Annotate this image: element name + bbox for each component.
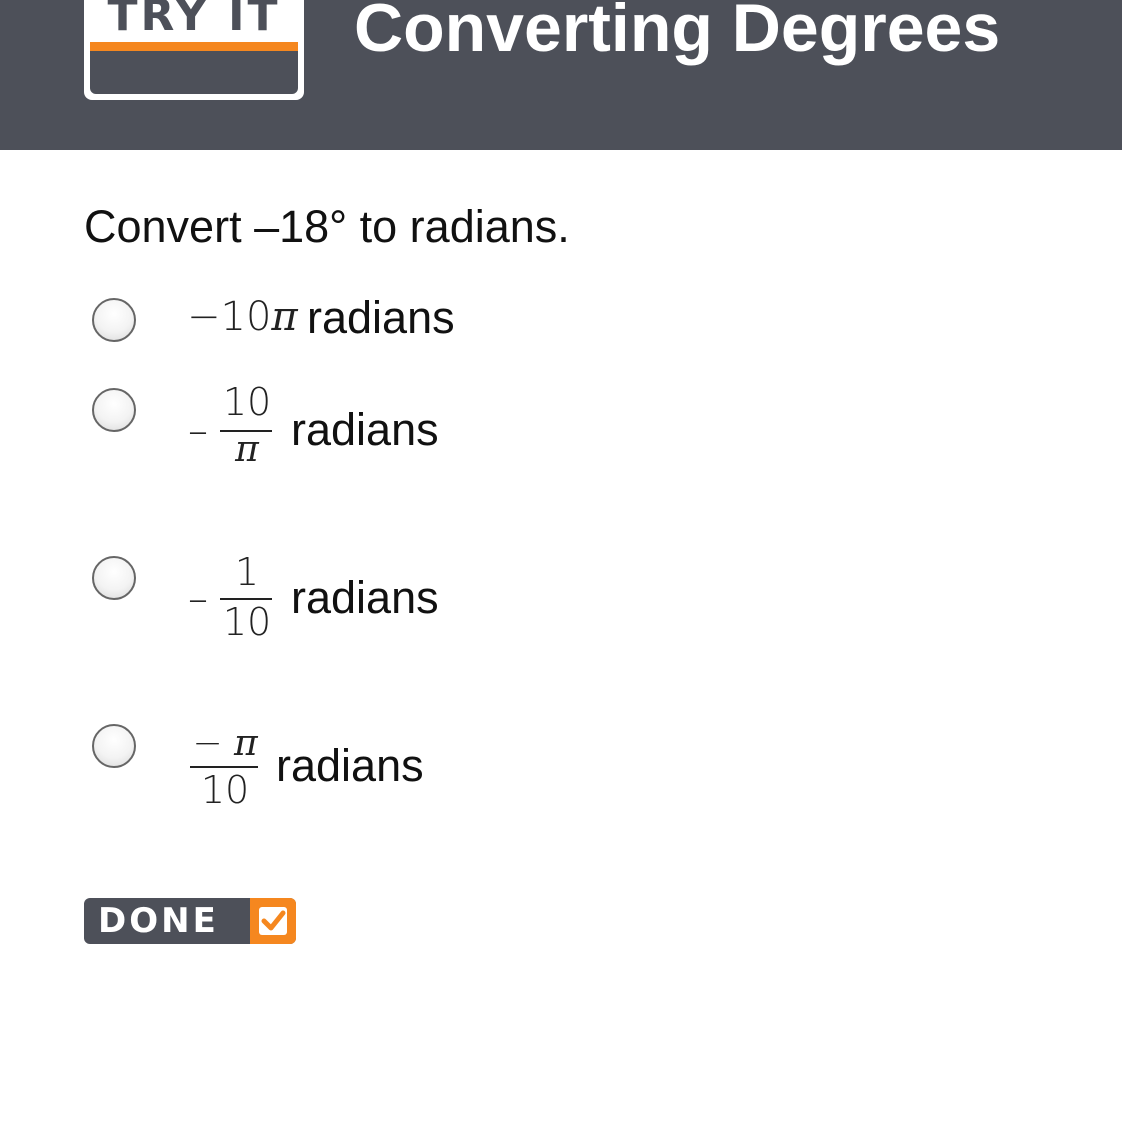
answer-option-2[interactable]: – 10 π radians (0, 380, 1122, 480)
fraction-denominator: π (235, 429, 259, 470)
radio-button[interactable] (92, 724, 136, 768)
option-4-unit: radians (276, 740, 424, 791)
fraction-denominator: 10 (222, 600, 272, 644)
fraction-numerator: − π (190, 722, 260, 766)
try-it-label: TRY IT (107, 0, 281, 41)
coefficient: 10 (220, 294, 272, 340)
answer-option-4[interactable]: − π 10 radians (0, 716, 1122, 816)
badge-accent-stripe (90, 42, 298, 51)
radio-button[interactable] (92, 298, 136, 342)
minus-sign: – (188, 576, 208, 622)
try-it-badge: TRY IT (84, 0, 304, 100)
pi-symbol: π (233, 723, 258, 764)
radio-button[interactable] (92, 388, 136, 432)
done-button[interactable]: DONE (84, 898, 296, 944)
answer-option-1[interactable]: −10π radians (0, 282, 1122, 362)
minus-sign: − (192, 723, 223, 764)
option-2-unit: radians (291, 404, 439, 455)
fraction-numerator: 1 (234, 550, 260, 594)
minus-sign: – (188, 408, 208, 454)
question-text: Convert –18° to radians. (84, 201, 570, 252)
option-3-unit: radians (291, 572, 439, 623)
option-1-unit: radians (307, 292, 455, 343)
header-bar: TRY IT Converting Degrees (0, 0, 1122, 150)
page-title: Converting Degrees (354, 0, 1001, 66)
fraction-numerator: 10 (222, 380, 272, 424)
option-1-math: −10π (187, 294, 298, 340)
fraction-denominator: 10 (200, 768, 250, 812)
answer-option-3[interactable]: – 1 10 radians (0, 548, 1122, 648)
checkmark-icon (250, 898, 296, 944)
radio-button[interactable] (92, 556, 136, 600)
minus-sign: − (187, 294, 221, 340)
pi-symbol: π (271, 294, 298, 340)
badge-well (90, 51, 298, 94)
done-label: DONE (98, 901, 219, 941)
